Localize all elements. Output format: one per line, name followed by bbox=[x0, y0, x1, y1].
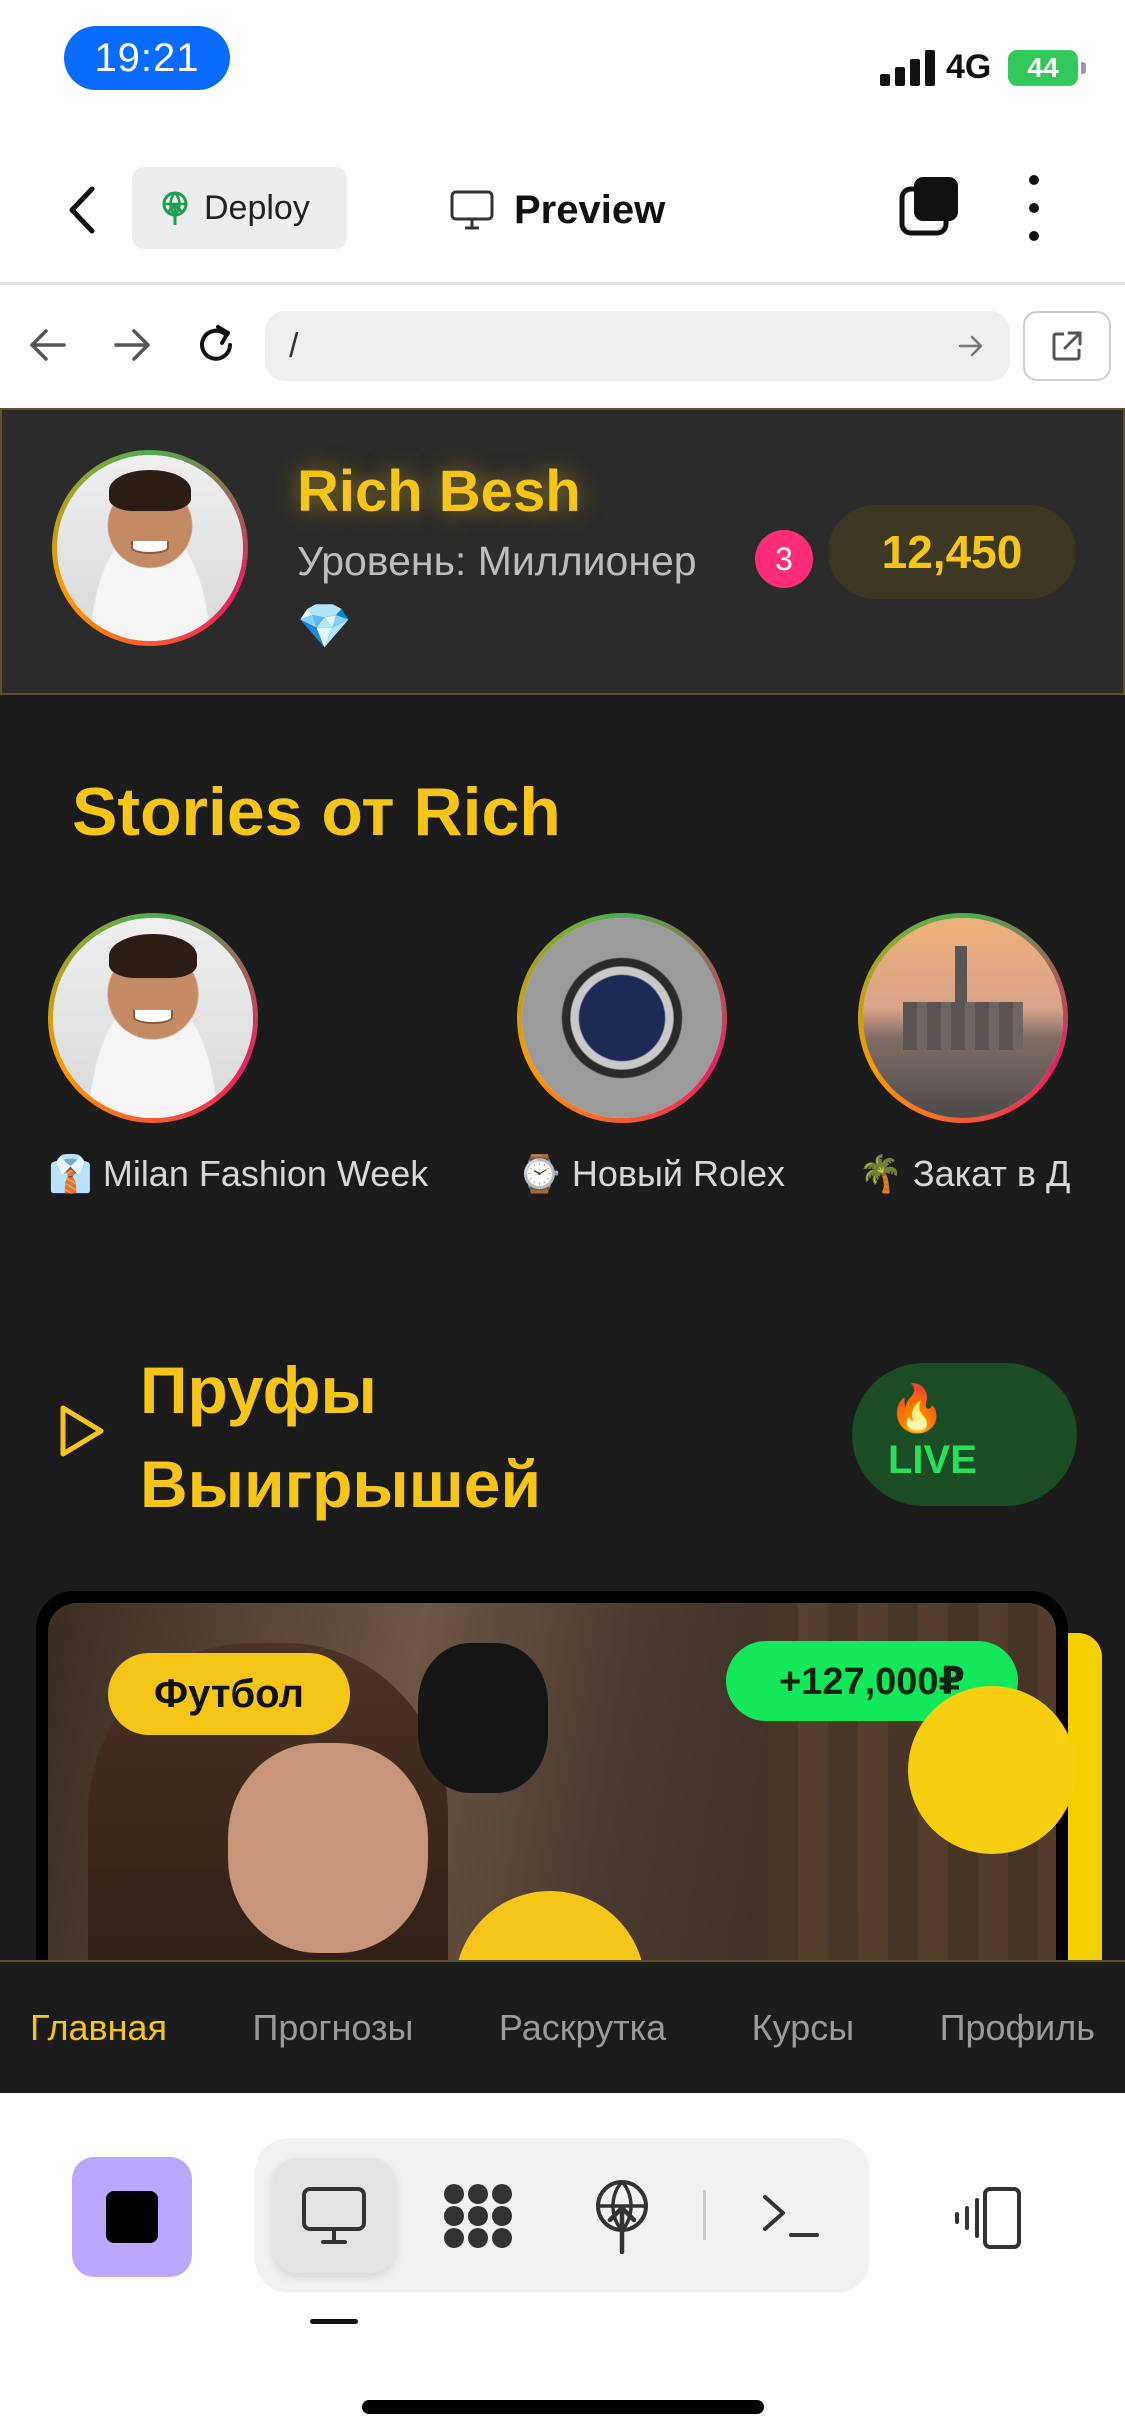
external-link-icon bbox=[1052, 331, 1082, 361]
preview-title: Preview bbox=[450, 180, 665, 240]
monitor-icon bbox=[302, 2186, 366, 2244]
story-avatar bbox=[517, 913, 727, 1123]
url-text: / bbox=[289, 326, 299, 365]
network-label: 4G bbox=[946, 48, 992, 86]
story-item[interactable]: ⌚ Новый Rolex bbox=[517, 913, 785, 1194]
proofs-title: Пруфы Выигрышей bbox=[140, 1343, 541, 1531]
apps-tool-button[interactable] bbox=[417, 2158, 539, 2273]
proofs-title-line2: Выигрышей bbox=[140, 1447, 542, 1521]
apps-icon bbox=[444, 2183, 512, 2248]
signal-icon bbox=[880, 50, 936, 86]
sport-tag: Футбол bbox=[108, 1653, 350, 1735]
more-button[interactable] bbox=[1016, 175, 1052, 241]
toolbar-divider bbox=[703, 2190, 706, 2240]
terminal-icon bbox=[763, 2194, 819, 2237]
stop-button[interactable] bbox=[72, 2157, 192, 2277]
play-icon bbox=[60, 1405, 104, 1457]
home-indicator bbox=[362, 2400, 764, 2414]
deploy-tool-button[interactable] bbox=[561, 2158, 683, 2273]
more-icon bbox=[1029, 175, 1039, 185]
deploy-button[interactable]: Deploy bbox=[132, 167, 347, 249]
deploy-icon bbox=[162, 191, 188, 225]
profile-card: Rich Besh Уровень: Миллионер 3 💎 12,450 bbox=[0, 408, 1125, 695]
deploy-tool-icon bbox=[596, 2179, 648, 2254]
stories-title: Stories от Rich bbox=[72, 774, 561, 850]
profile-avatar[interactable] bbox=[52, 450, 248, 646]
nav-item-promotion[interactable]: Раскрутка bbox=[499, 2007, 666, 2049]
app-header: Deploy Preview bbox=[0, 130, 1125, 285]
story-avatar bbox=[858, 913, 1068, 1123]
web-bottom-nav: Главная Прогнозы Раскрутка Курсы Профиль bbox=[0, 1960, 1125, 2093]
active-tool-indicator bbox=[310, 2319, 358, 2324]
proofs-title-line1: Пруфы bbox=[140, 1353, 377, 1427]
layers-button[interactable] bbox=[898, 175, 960, 237]
preview-label: Preview bbox=[514, 187, 666, 232]
browser-bar: / bbox=[0, 285, 1125, 408]
live-label: LIVE bbox=[888, 1438, 977, 1482]
decorative-circle bbox=[908, 1686, 1076, 1854]
reload-icon[interactable] bbox=[192, 321, 240, 369]
profile-name: Rich Besh bbox=[297, 459, 581, 524]
deploy-label: Deploy bbox=[204, 188, 310, 227]
devices-icon[interactable] bbox=[955, 2186, 1025, 2250]
arrow-left-icon[interactable] bbox=[24, 321, 72, 369]
go-icon[interactable] bbox=[956, 331, 986, 361]
notification-badge: 3 bbox=[755, 530, 813, 588]
url-input[interactable]: / bbox=[265, 311, 1010, 381]
coins-balance: 12,450 bbox=[828, 505, 1076, 599]
monitor-icon bbox=[450, 190, 494, 230]
terminal-tool-button[interactable] bbox=[730, 2158, 852, 2273]
battery-icon: 44 bbox=[1008, 50, 1086, 86]
nav-item-profile[interactable]: Профиль bbox=[940, 2007, 1095, 2049]
story-item[interactable]: 🌴 Закат в Д bbox=[858, 913, 1070, 1194]
back-button[interactable] bbox=[60, 185, 106, 235]
nav-item-home[interactable]: Главная bbox=[30, 2007, 167, 2049]
stop-icon bbox=[106, 2191, 158, 2243]
fire-icon: 🔥 bbox=[888, 1382, 946, 1434]
nav-item-predictions[interactable]: Прогнозы bbox=[253, 2007, 414, 2049]
story-label: 🌴 Закат в Д bbox=[858, 1153, 1071, 1194]
story-item[interactable]: 👔 Milan Fashion Week bbox=[48, 913, 428, 1194]
app-toolbar bbox=[0, 2093, 1125, 2436]
story-label: ⌚ Новый Rolex bbox=[517, 1153, 785, 1194]
layers-icon bbox=[899, 177, 958, 236]
profile-level: Уровень: Миллионер bbox=[297, 538, 697, 584]
web-content: Rich Besh Уровень: Миллионер 3 💎 12,450 … bbox=[0, 408, 1125, 1960]
gem-icon: 💎 bbox=[297, 602, 352, 651]
back-icon bbox=[69, 186, 95, 234]
status-time: 19:21 bbox=[64, 26, 230, 90]
story-avatar bbox=[48, 913, 258, 1123]
arrow-right-icon[interactable] bbox=[108, 321, 156, 369]
open-external-button[interactable] bbox=[1023, 311, 1111, 381]
nav-item-courses[interactable]: Курсы bbox=[752, 2007, 854, 2049]
tool-group bbox=[255, 2138, 870, 2293]
story-label: 👔 Milan Fashion Week bbox=[48, 1153, 429, 1194]
status-bar: 19:21 4G 44 bbox=[0, 0, 1125, 130]
battery-level: 44 bbox=[1027, 52, 1059, 83]
live-badge[interactable]: 🔥 LIVE bbox=[852, 1363, 1077, 1506]
preview-tool-button[interactable] bbox=[273, 2158, 395, 2273]
